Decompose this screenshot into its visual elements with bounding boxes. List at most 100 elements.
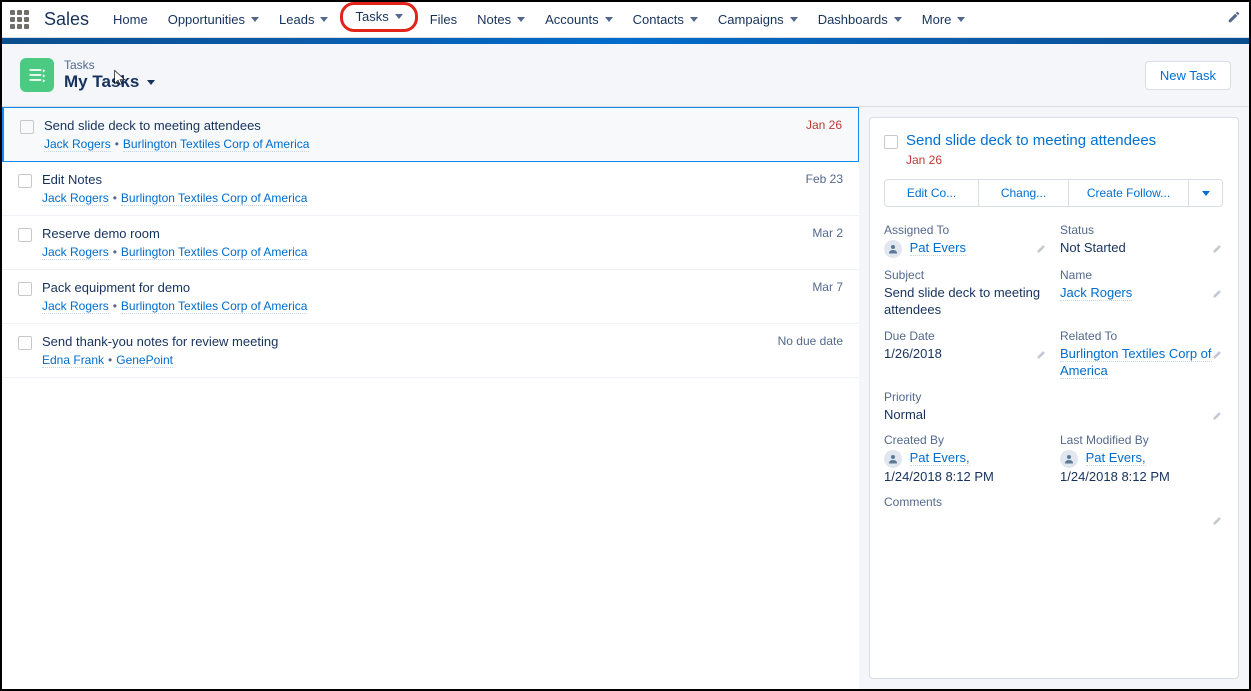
nav-item-accounts[interactable]: Accounts bbox=[535, 2, 622, 38]
assigned-to-link[interactable]: Pat Evers bbox=[910, 240, 966, 256]
nav-item-dashboards[interactable]: Dashboards bbox=[808, 2, 912, 38]
nav-label: Opportunities bbox=[168, 12, 245, 27]
field-subject: Subject Send slide deck to meeting atten… bbox=[884, 268, 1048, 323]
task-date: Mar 7 bbox=[812, 280, 843, 313]
list-view-title: My Tasks bbox=[64, 72, 139, 92]
task-subject: Pack equipment for demo bbox=[42, 280, 802, 295]
field-label: Comments bbox=[884, 495, 1224, 509]
edit-field-icon[interactable] bbox=[1212, 286, 1224, 304]
task-row[interactable]: Send slide deck to meeting attendeesJack… bbox=[2, 107, 859, 162]
task-checkbox[interactable] bbox=[20, 120, 34, 134]
field-label: Created By bbox=[884, 433, 1048, 447]
field-created-by: Created By Pat Evers, 1/24/2018 8:12 PM bbox=[884, 433, 1048, 489]
task-account-link[interactable]: Burlington Textiles Corp of America bbox=[121, 191, 308, 206]
nav-item-tasks[interactable]: Tasks bbox=[340, 2, 417, 32]
detail-title[interactable]: Send slide deck to meeting attendees bbox=[906, 132, 1156, 149]
nav-label: Campaigns bbox=[718, 12, 784, 27]
edit-field-icon[interactable] bbox=[1036, 347, 1048, 365]
field-assigned-to: Assigned To Pat Evers bbox=[884, 223, 1048, 262]
field-comments: Comments bbox=[884, 495, 1224, 515]
name-link[interactable]: Jack Rogers bbox=[1060, 285, 1132, 301]
field-label: Subject bbox=[884, 268, 1048, 282]
task-checkbox[interactable] bbox=[18, 228, 32, 242]
task-checkbox[interactable] bbox=[18, 282, 32, 296]
task-date: No due date bbox=[778, 334, 843, 367]
chevron-down-icon bbox=[790, 17, 798, 22]
task-checkbox[interactable] bbox=[18, 174, 32, 188]
nav-item-files[interactable]: Files bbox=[420, 2, 467, 38]
task-account-link[interactable]: GenePoint bbox=[116, 353, 173, 368]
chevron-down-icon bbox=[517, 17, 525, 22]
task-contact-link[interactable]: Jack Rogers bbox=[42, 245, 109, 260]
task-row[interactable]: Edit NotesJack Rogers•Burlington Textile… bbox=[2, 162, 859, 216]
detail-complete-checkbox[interactable] bbox=[884, 135, 898, 149]
task-checkbox[interactable] bbox=[18, 336, 32, 350]
task-subject: Send thank-you notes for review meeting bbox=[42, 334, 768, 349]
nav-label: Contacts bbox=[633, 12, 684, 27]
nav-item-leads[interactable]: Leads bbox=[269, 2, 338, 38]
chevron-down-icon bbox=[894, 17, 902, 22]
nav-label: Files bbox=[430, 12, 457, 27]
task-account-link[interactable]: Burlington Textiles Corp of America bbox=[121, 245, 308, 260]
edit-nav-icon[interactable] bbox=[1227, 10, 1241, 29]
nav-item-opportunities[interactable]: Opportunities bbox=[158, 2, 269, 38]
nav-item-campaigns[interactable]: Campaigns bbox=[708, 2, 808, 38]
nav-label: Dashboards bbox=[818, 12, 888, 27]
avatar-icon bbox=[1060, 450, 1078, 468]
created-by-link[interactable]: Pat Evers, bbox=[910, 450, 970, 466]
task-subject: Edit Notes bbox=[42, 172, 796, 187]
task-contact-link[interactable]: Edna Frank bbox=[42, 353, 104, 368]
edit-field-icon[interactable] bbox=[1212, 408, 1224, 426]
task-row[interactable]: Send thank-you notes for review meeting E… bbox=[2, 324, 859, 378]
create-followup-button[interactable]: Create Follow... bbox=[1069, 179, 1189, 207]
new-task-button[interactable]: New Task bbox=[1145, 61, 1231, 90]
field-status: Status Not Started bbox=[1060, 223, 1224, 262]
nav-item-notes[interactable]: Notes bbox=[467, 2, 535, 38]
nav-item-more[interactable]: More bbox=[912, 2, 976, 38]
chevron-down-icon bbox=[690, 17, 698, 22]
task-account-link[interactable]: Burlington Textiles Corp of America bbox=[123, 137, 310, 152]
task-date: Mar 2 bbox=[812, 226, 843, 259]
edit-field-icon[interactable] bbox=[1036, 241, 1048, 259]
field-value: Send slide deck to meeting attendees bbox=[884, 284, 1048, 319]
main-content: Send slide deck to meeting attendees Jack… bbox=[2, 107, 1249, 689]
modified-by-link[interactable]: Pat Evers, bbox=[1086, 450, 1146, 466]
nav-item-contacts[interactable]: Contacts bbox=[623, 2, 708, 38]
task-contact-link[interactable]: Jack Rogers bbox=[44, 137, 111, 152]
global-nav: Sales HomeOpportunitiesLeadsTasksFilesNo… bbox=[2, 2, 1249, 38]
app-launcher-icon[interactable] bbox=[10, 10, 30, 30]
separator: • bbox=[115, 137, 119, 151]
more-actions-button[interactable] bbox=[1189, 179, 1223, 207]
page-header: Tasks My Tasks New Task bbox=[2, 44, 1249, 107]
task-subject: Reserve demo room bbox=[42, 226, 802, 241]
edit-field-icon[interactable] bbox=[1212, 347, 1224, 365]
task-contact-link[interactable]: Jack Rogers bbox=[42, 191, 109, 206]
task-account-link[interactable]: Burlington Textiles Corp of America bbox=[121, 299, 308, 314]
nav-label: Accounts bbox=[545, 12, 598, 27]
change-status-button[interactable]: Chang... bbox=[979, 179, 1069, 207]
nav-label: More bbox=[922, 12, 952, 27]
nav-label: Leads bbox=[279, 12, 314, 27]
task-row[interactable]: Pack equipment for demoJack Rogers•Burli… bbox=[2, 270, 859, 324]
edit-comments-button[interactable]: Edit Co... bbox=[884, 179, 979, 207]
edit-field-icon[interactable] bbox=[1212, 513, 1224, 531]
task-date: Jan 26 bbox=[806, 118, 842, 151]
nav-label: Home bbox=[113, 12, 148, 27]
field-label: Related To bbox=[1060, 329, 1224, 343]
field-name: Name Jack Rogers bbox=[1060, 268, 1224, 323]
task-row[interactable]: Reserve demo roomJack Rogers•Burlington … bbox=[2, 216, 859, 270]
chevron-down-icon bbox=[320, 17, 328, 22]
task-contact-link[interactable]: Jack Rogers bbox=[42, 299, 109, 314]
avatar-icon bbox=[884, 450, 902, 468]
task-detail-pane: Send slide deck to meeting attendees Jan… bbox=[859, 107, 1249, 689]
list-view-picker[interactable]: My Tasks bbox=[64, 72, 155, 92]
avatar-icon bbox=[884, 240, 902, 258]
field-label: Assigned To bbox=[884, 223, 1048, 237]
field-label: Last Modified By bbox=[1060, 433, 1224, 447]
nav-item-home[interactable]: Home bbox=[103, 2, 158, 38]
field-value: 1/26/2018 bbox=[884, 345, 1048, 363]
task-list: Send slide deck to meeting attendeesJack… bbox=[2, 107, 859, 689]
related-to-link[interactable]: Burlington Textiles Corp of America bbox=[1060, 346, 1212, 380]
field-label: Status bbox=[1060, 223, 1224, 237]
edit-field-icon[interactable] bbox=[1212, 241, 1224, 259]
